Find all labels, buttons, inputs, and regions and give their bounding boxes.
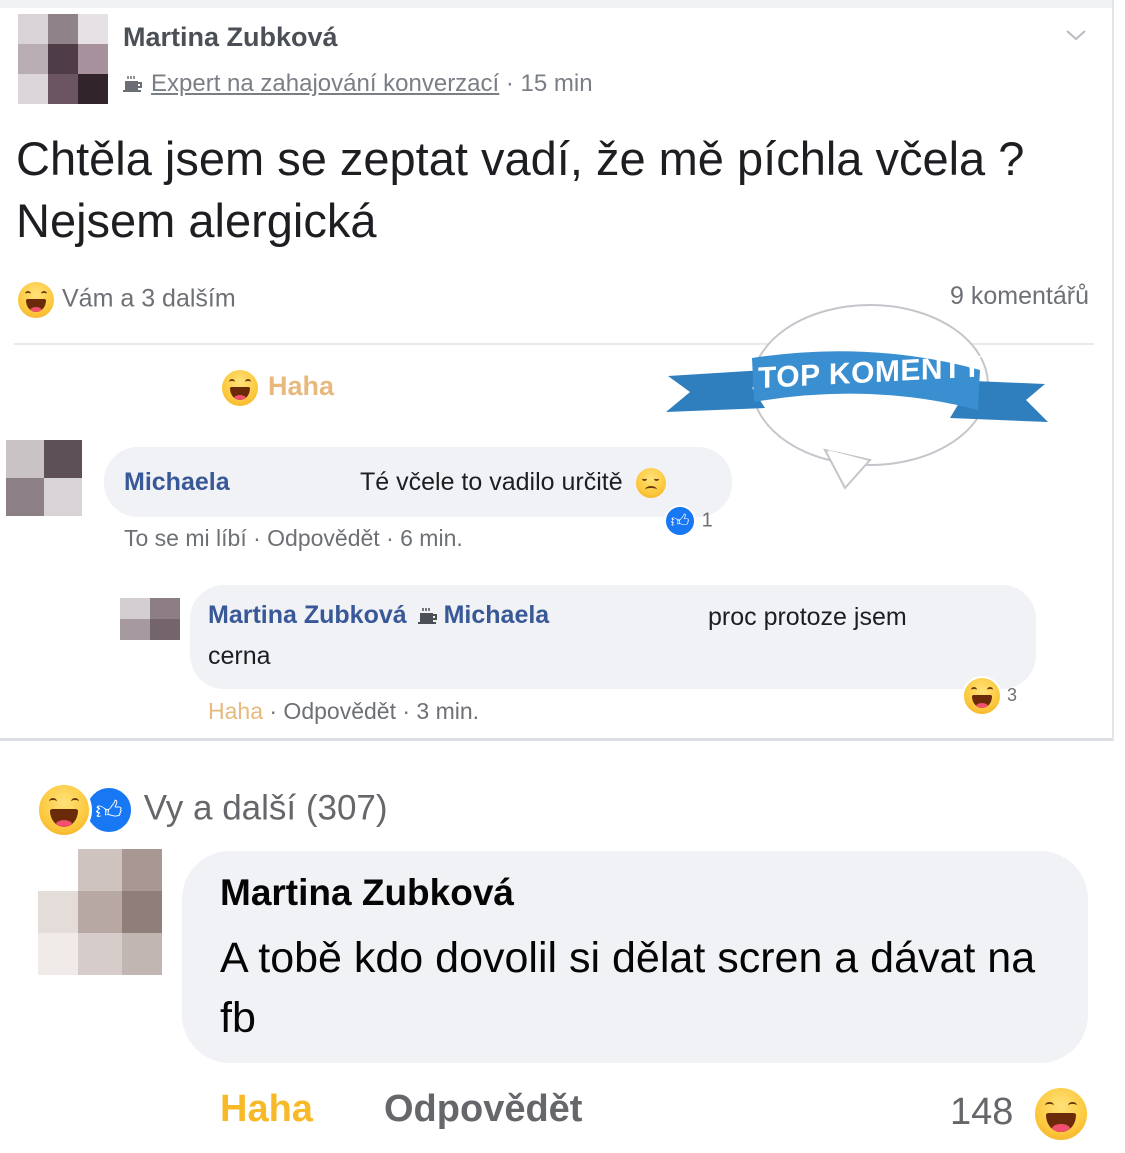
haha-emoji-icon (18, 282, 54, 318)
haha-emoji-icon (1031, 1085, 1090, 1143)
comment2-reaction-number: 3 (1007, 684, 1018, 705)
reactions-text: Vám a 3 dalším (62, 284, 236, 313)
coffee-cup-icon (123, 72, 145, 92)
post-reactions-summary[interactable]: Vám a 3 dalším (18, 282, 236, 318)
post-time[interactable]: · 15 min (506, 70, 593, 97)
comment2-meta-rest[interactable]: · Odpovědět · 3 min. (263, 698, 479, 724)
comment2-header: Martina Zubková Michaela (208, 601, 549, 630)
comment1-text-content: Té včele to vadilo určitě (360, 468, 623, 496)
topkomenty-logo (660, 300, 1050, 490)
comment1-text: Té včele to vadilo určitě (360, 468, 666, 499)
comment2-meta: Haha · Odpovědět · 3 min. (208, 698, 479, 725)
badge-link[interactable]: Expert na zahajování konverzací (151, 70, 499, 97)
comment2-mention[interactable]: Michaela (444, 601, 550, 629)
bottom-haha-button[interactable]: Haha (220, 1088, 313, 1131)
post-badge-row: Expert na zahajování konverzací · 15 min (123, 70, 593, 98)
comment2-avatar[interactable] (120, 598, 180, 640)
comment2-haha-link[interactable]: Haha (208, 698, 263, 724)
card-top-border (0, 0, 1112, 8)
haha-action-button[interactable]: Haha (222, 370, 334, 406)
post-author-avatar[interactable] (18, 14, 108, 104)
post-author-name[interactable]: Martina Zubková (123, 22, 338, 53)
logo-graphic (666, 304, 1048, 490)
comment2-text-line2: cerna (208, 642, 271, 670)
comment1-author[interactable]: Michaela (124, 468, 230, 497)
haha-emoji-icon (222, 370, 258, 406)
bottom-comment-author[interactable]: Martina Zubková (220, 872, 514, 914)
comment1-avatar[interactable] (6, 440, 82, 516)
haha-emoji-icon (962, 676, 1002, 716)
haha-action-label: Haha (268, 371, 335, 402)
comment1-meta[interactable]: To se mi líbí · Odpovědět · 6 min. (124, 525, 463, 552)
bottom-comment-text: A tobě kdo dovolil si dělat scren a dáva… (220, 934, 1036, 1042)
comment2-author[interactable]: Martina Zubková (208, 601, 407, 629)
like-icon: 👍︎ (664, 505, 696, 537)
comment1-reaction-number: 1 (701, 509, 713, 532)
comment2-text-line1: proc protoze jsem (708, 603, 907, 631)
bottom-reactions-summary[interactable]: 👍︎ Vy a další (307) (36, 782, 388, 838)
haha-emoji-icon (36, 782, 92, 838)
bottom-comment-avatar[interactable] (38, 849, 162, 975)
bottom-reply-button[interactable]: Odpovědět (384, 1088, 582, 1131)
bottom-reactions-text: Vy a další (307) (143, 788, 388, 828)
comment1-reaction-count[interactable]: 👍︎ 1 (664, 505, 713, 537)
bottom-reaction-number: 148 (950, 1091, 1014, 1134)
post-text: Chtěla jsem se zeptat vadí, že mě píchla… (16, 132, 1025, 247)
coffee-cup-icon (417, 603, 440, 624)
post-options-chevron-icon[interactable] (1064, 26, 1088, 44)
comment2-reaction-count[interactable]: 3 (962, 676, 1017, 716)
bottom-reaction-count[interactable]: 148 (950, 1085, 1090, 1143)
